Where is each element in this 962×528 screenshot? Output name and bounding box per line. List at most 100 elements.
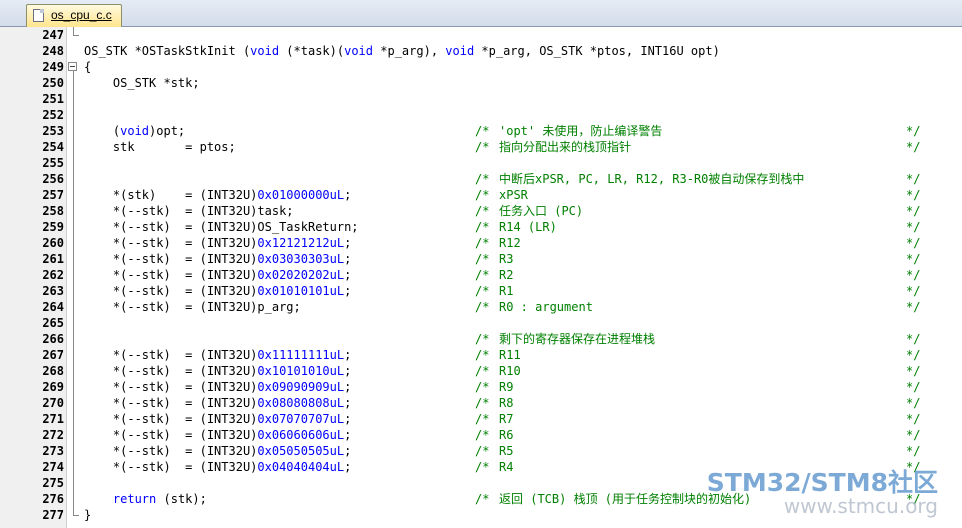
number-token: 0x12121212uL [257,236,345,250]
code-token: *(--stk) = (INT32U) [84,460,258,474]
line-number: 262 [42,268,64,282]
keyword-token: void [120,124,150,138]
line-number: 247 [42,28,64,42]
code-token: *(--stk) = (INT32U) [84,252,258,266]
code-line[interactable]: 268 *(--stk) = (INT32U)0x10101010uL; /* R1… [0,363,962,379]
comment-open: /* [475,124,490,138]
line-number: 249 [42,60,64,74]
code-token: *(--stk) = (INT32U) [84,268,258,282]
code-line[interactable]: 249 { [0,59,962,75]
comment-text: R8 [499,396,514,410]
comment-text: R7 [499,412,514,426]
code-text: *(stk) = (INT32U)0x01000000uL; [84,187,351,203]
line-number: 277 [42,508,64,522]
code-editor[interactable]: 247 248 OS_STK *OSTaskStkInit (void (*task… [0,27,962,528]
line-number: 259 [42,220,64,234]
line-number: 263 [42,284,64,298]
comment-open: /* [475,332,490,346]
line-number: 264 [42,300,64,314]
comment-close: */ [906,300,921,314]
line-number: 269 [42,380,64,394]
code-line[interactable]: 270 *(--stk) = (INT32U)0x08080808uL; /* R8… [0,395,962,411]
line-number: 265 [42,316,64,330]
line-number: 254 [42,140,64,154]
code-text: *(--stk) = (INT32U)0x02020202uL; [84,267,351,283]
code-text: (void)opt; [84,123,185,139]
code-line[interactable]: 260 *(--stk) = (INT32U)0x12121212uL; /* R1… [0,235,962,251]
code-line[interactable]: 264 *(--stk) = (INT32U)p_arg; /* R0 : argu… [0,299,962,315]
code-token: (stk); [156,492,207,506]
code-text: *(--stk) = (INT32U)OS_TaskReturn; [84,219,359,235]
code-token: *(--stk) = (INT32U) [84,396,258,410]
comment-open: /* [475,380,490,394]
code-text: *(--stk) = (INT32U)0x09090909uL; [84,379,351,395]
tab-os-cpu-c[interactable]: os_cpu_c.c [26,4,122,27]
comment-text: R3 [499,252,514,266]
code-token: *(--stk) = (INT32U) [84,236,258,250]
code-text: OS_STK *stk; [84,75,200,91]
keyword-token: void [344,44,374,58]
line-number: 258 [42,204,64,218]
fold-end-marker [73,515,79,516]
comment-close: */ [906,284,921,298]
line-number: 255 [42,156,64,170]
code-token: ; [344,268,352,282]
code-line[interactable]: 272 *(--stk) = (INT32U)0x06060606uL; /* R6… [0,427,962,443]
line-number: 271 [42,412,64,426]
code-line[interactable]: 273 *(--stk) = (INT32U)0x05050505uL; /* R5… [0,443,962,459]
comment-text: R14 (LR) [499,220,557,234]
line-number: 257 [42,188,64,202]
code-line[interactable]: 266 /* 剩下的寄存器保存在进程堆栈 */ [0,331,962,347]
code-line[interactable]: 269 *(--stk) = (INT32U)0x09090909uL; /* R9… [0,379,962,395]
code-line[interactable]: 247 [0,27,962,43]
number-token: 0x04040404uL [257,460,345,474]
code-line[interactable]: 263 *(--stk) = (INT32U)0x01010101uL; /* R1… [0,283,962,299]
code-text: *(--stk) = (INT32U)p_arg; [84,299,301,315]
code-line[interactable]: 251 [0,91,962,107]
code-line[interactable]: 253 (void)opt; /* 'opt' 未使用，防止编译警告 */ [0,123,962,139]
line-number: 261 [42,252,64,266]
code-token: ; [344,284,352,298]
code-line[interactable]: 258 *(--stk) = (INT32U)task; /* 任务入口 (PC) *… [0,203,962,219]
line-number: 250 [42,76,64,90]
comment-open: /* [475,252,490,266]
code-text: *(--stk) = (INT32U)0x04040404uL; [84,459,351,475]
code-token: *(--stk) = (INT32U) [84,348,258,362]
comment-text: R11 [499,348,521,362]
comment-close: */ [906,252,921,266]
code-line[interactable]: 248 OS_STK *OSTaskStkInit (void (*task)(v… [0,43,962,59]
code-line[interactable]: 261 *(--stk) = (INT32U)0x03030303uL; /* R3… [0,251,962,267]
code-token: *(--stk) = (INT32U) [84,428,258,442]
code-token: { [84,60,92,74]
code-token: OS_STK *OSTaskStkInit ( [84,44,251,58]
keyword-token: void [445,44,475,58]
code-line[interactable]: 250 OS_STK *stk; [0,75,962,91]
code-token: OS_STK *stk; [84,76,200,90]
number-token: 0x07070707uL [257,412,345,426]
code-token: ; [344,396,352,410]
code-line[interactable]: 255 [0,155,962,171]
number-token: 0x01000000uL [257,188,345,202]
comment-close: */ [906,236,921,250]
code-line[interactable]: 262 *(--stk) = (INT32U)0x02020202uL; /* R2… [0,267,962,283]
code-line[interactable]: 256 /* 中断后xPSR, PC, LR, R12, R3-R0被自动保存到栈中… [0,171,962,187]
code-token: ; [344,252,352,266]
code-line[interactable]: 265 [0,315,962,331]
comment-text: R1 [499,284,514,298]
code-line[interactable]: 254 stk = ptos; /* 指向分配出来的栈顶指针 */ [0,139,962,155]
comment-open: /* [475,492,490,506]
code-token: ; [344,412,352,426]
code-line[interactable]: 271 *(--stk) = (INT32U)0x07070707uL; /* R7… [0,411,962,427]
code-line[interactable]: 252 [0,107,962,123]
code-text: *(--stk) = (INT32U)0x08080808uL; [84,395,351,411]
code-line[interactable]: 257 *(stk) = (INT32U)0x01000000uL; /* xPSR… [0,187,962,203]
code-line[interactable]: 259 *(--stk) = (INT32U)OS_TaskReturn; /* R… [0,219,962,235]
comment-close: */ [906,204,921,218]
fold-toggle-icon[interactable] [68,62,77,71]
comment-open: /* [475,428,490,442]
line-number: 252 [42,108,64,122]
code-line[interactable]: 267 *(--stk) = (INT32U)0x11111111uL; /* R1… [0,347,962,363]
code-text: stk = ptos; [84,139,236,155]
watermark: STM32/STM8社区 www.stmcu.org [707,470,938,517]
code-token: *(--stk) = (INT32U) [84,364,258,378]
